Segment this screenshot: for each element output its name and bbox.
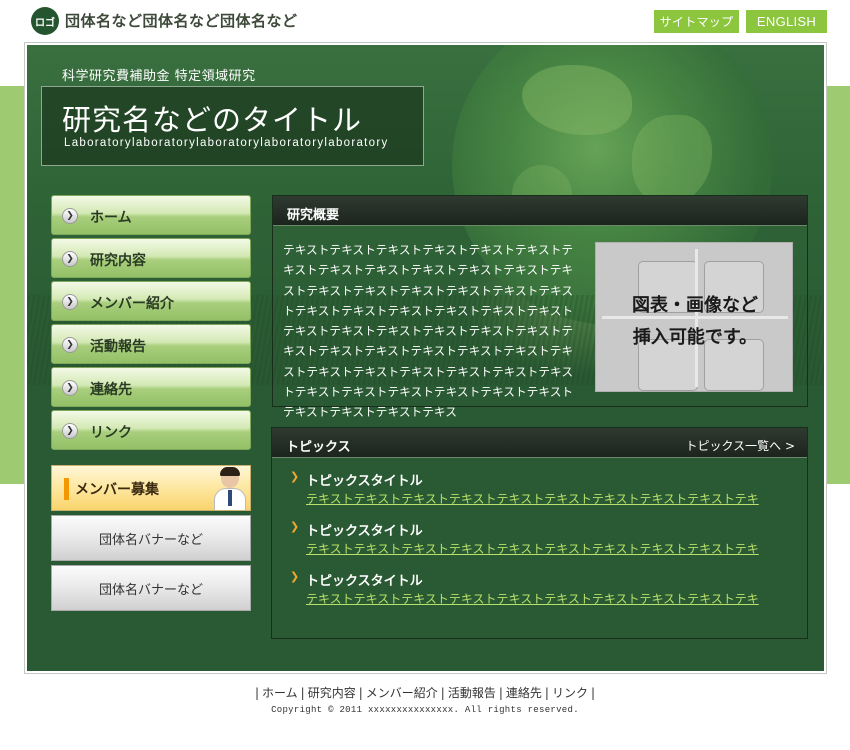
chevron-right-icon: ❯ [62, 208, 78, 224]
main-frame: 科学研究費補助金 特定領域研究 研究名などのタイトル Laboratorylab… [24, 42, 827, 674]
chevron-right-icon: ❯ [62, 380, 78, 396]
section-title: 研究概要 [287, 208, 340, 223]
research-overview-panel: 研究概要 テキストテキストテキストテキストテキストテキストテキストテキストテキス… [272, 195, 808, 419]
figure-caption-line1: 図表・画像など [632, 295, 758, 316]
chevron-right-icon: ❯ [62, 251, 78, 267]
topics-panel: トピックス トピックス一覧へ > ❯ トピックスタイトル テキストテキストテキスト… [271, 427, 808, 639]
nav-item-activities[interactable]: ❯ 活動報告 [51, 324, 251, 364]
nav-item-links[interactable]: ❯ リンク [51, 410, 251, 450]
nav-item-label: メンバー紹介 [90, 296, 174, 312]
nav-item-label: リンク [90, 425, 132, 441]
nav-item-label: ホーム [90, 210, 132, 226]
topic-item: ❯ トピックスタイトル テキストテキストテキストテキストテキストテキストテキストテ… [290, 470, 786, 507]
topic-link[interactable]: テキストテキストテキストテキストテキストテキストテキストテキストテキストテキ [306, 490, 776, 507]
figure-caption-line2: 挿入可能です。 [632, 327, 758, 348]
english-button[interactable]: ENGLISH [746, 10, 827, 33]
topics-list-link[interactable]: トピックス一覧へ > [685, 437, 795, 454]
topic-item: ❯ トピックスタイトル テキストテキストテキストテキストテキストテキストテキストテ… [290, 570, 786, 607]
chevron-right-icon: ❯ [62, 337, 78, 353]
topic-link[interactable]: テキストテキストテキストテキストテキストテキストテキストテキストテキストテキ [306, 590, 776, 607]
topic-link[interactable]: テキストテキストテキストテキストテキストテキストテキストテキストテキストテキ [306, 540, 776, 557]
member-recruit-banner[interactable]: メンバー募集 [51, 465, 251, 511]
footer-link-links[interactable]: リンク [552, 686, 588, 700]
org-banner-1[interactable]: 団体名バナーなど [51, 515, 251, 561]
org-name[interactable]: 団体名など団体名など団体名など [65, 10, 298, 31]
nav-item-label: 活動報告 [90, 339, 146, 355]
chevron-right-icon: ❯ [62, 294, 78, 310]
org-banner-2[interactable]: 団体名バナーなど [51, 565, 251, 611]
side-band-left [0, 86, 26, 484]
person-photo [212, 467, 248, 510]
footer-link-members[interactable]: メンバー紹介 [366, 686, 438, 700]
footer-link-research[interactable]: 研究内容 [308, 686, 356, 700]
top-bar: ロゴ 団体名など団体名など団体名など サイトマップ ENGLISH [0, 0, 850, 40]
panel-header: トピックス トピックス一覧へ > [272, 428, 807, 458]
hero-subtitle: 科学研究費補助金 特定領域研究 [62, 69, 256, 84]
title-box: 研究名などのタイトル Laboratorylaboratorylaborator… [41, 86, 424, 166]
logo[interactable]: ロゴ [31, 7, 59, 35]
nav-item-members[interactable]: ❯ メンバー紹介 [51, 281, 251, 321]
topic-title: トピックスタイトル [306, 574, 423, 589]
page-title: 研究名などのタイトル [62, 103, 363, 137]
footer-link-contact[interactable]: 連絡先 [506, 686, 542, 700]
sitemap-button[interactable]: サイトマップ [654, 10, 739, 33]
footer-link-activities[interactable]: 活動報告 [448, 686, 496, 700]
nav-item-label: 連絡先 [90, 382, 132, 398]
chevron-right-icon: ❯ [290, 570, 300, 583]
topic-title: トピックスタイトル [306, 474, 423, 489]
lab-subtitle: Laboratorylaboratorylaboratorylaboratory… [64, 137, 389, 149]
nav-item-research[interactable]: ❯ 研究内容 [51, 238, 251, 278]
chevron-right-icon: ❯ [62, 423, 78, 439]
banner-label: メンバー募集 [75, 482, 159, 498]
figure-placeholder: 図表・画像など 挿入可能です。 [595, 242, 793, 392]
chevron-right-icon: ❯ [290, 520, 300, 533]
topic-title: トピックスタイトル [306, 524, 423, 539]
nav-item-home[interactable]: ❯ ホーム [51, 195, 251, 235]
panel-header: 研究概要 [273, 196, 807, 226]
footer-nav: | ホーム | 研究内容 | メンバー紹介 | 活動報告 | 連絡先 | リンク | [254, 686, 596, 700]
footer-link-home[interactable]: ホーム [262, 686, 298, 700]
topic-item: ❯ トピックスタイトル テキストテキストテキストテキストテキストテキストテキストテ… [290, 520, 786, 557]
chevron-right-icon: ❯ [290, 470, 300, 483]
nav-item-contact[interactable]: ❯ 連絡先 [51, 367, 251, 407]
sidebar-nav: ❯ ホーム ❯ 研究内容 ❯ メンバー紹介 ❯ 活動報告 ❯ 連絡先 ❯ リンク [51, 195, 251, 453]
copyright: Copyright © 2011 xxxxxxxxxxxxxxx. All ri… [271, 705, 579, 715]
section-title: トピックス [286, 440, 351, 455]
nav-item-label: 研究内容 [90, 253, 146, 269]
research-text: テキストテキストテキストテキストテキストテキストテキストテキストテキストテキスト… [283, 243, 574, 420]
main-area: 科学研究費補助金 特定領域研究 研究名などのタイトル Laboratorylab… [27, 45, 824, 671]
side-band-right [825, 86, 850, 484]
